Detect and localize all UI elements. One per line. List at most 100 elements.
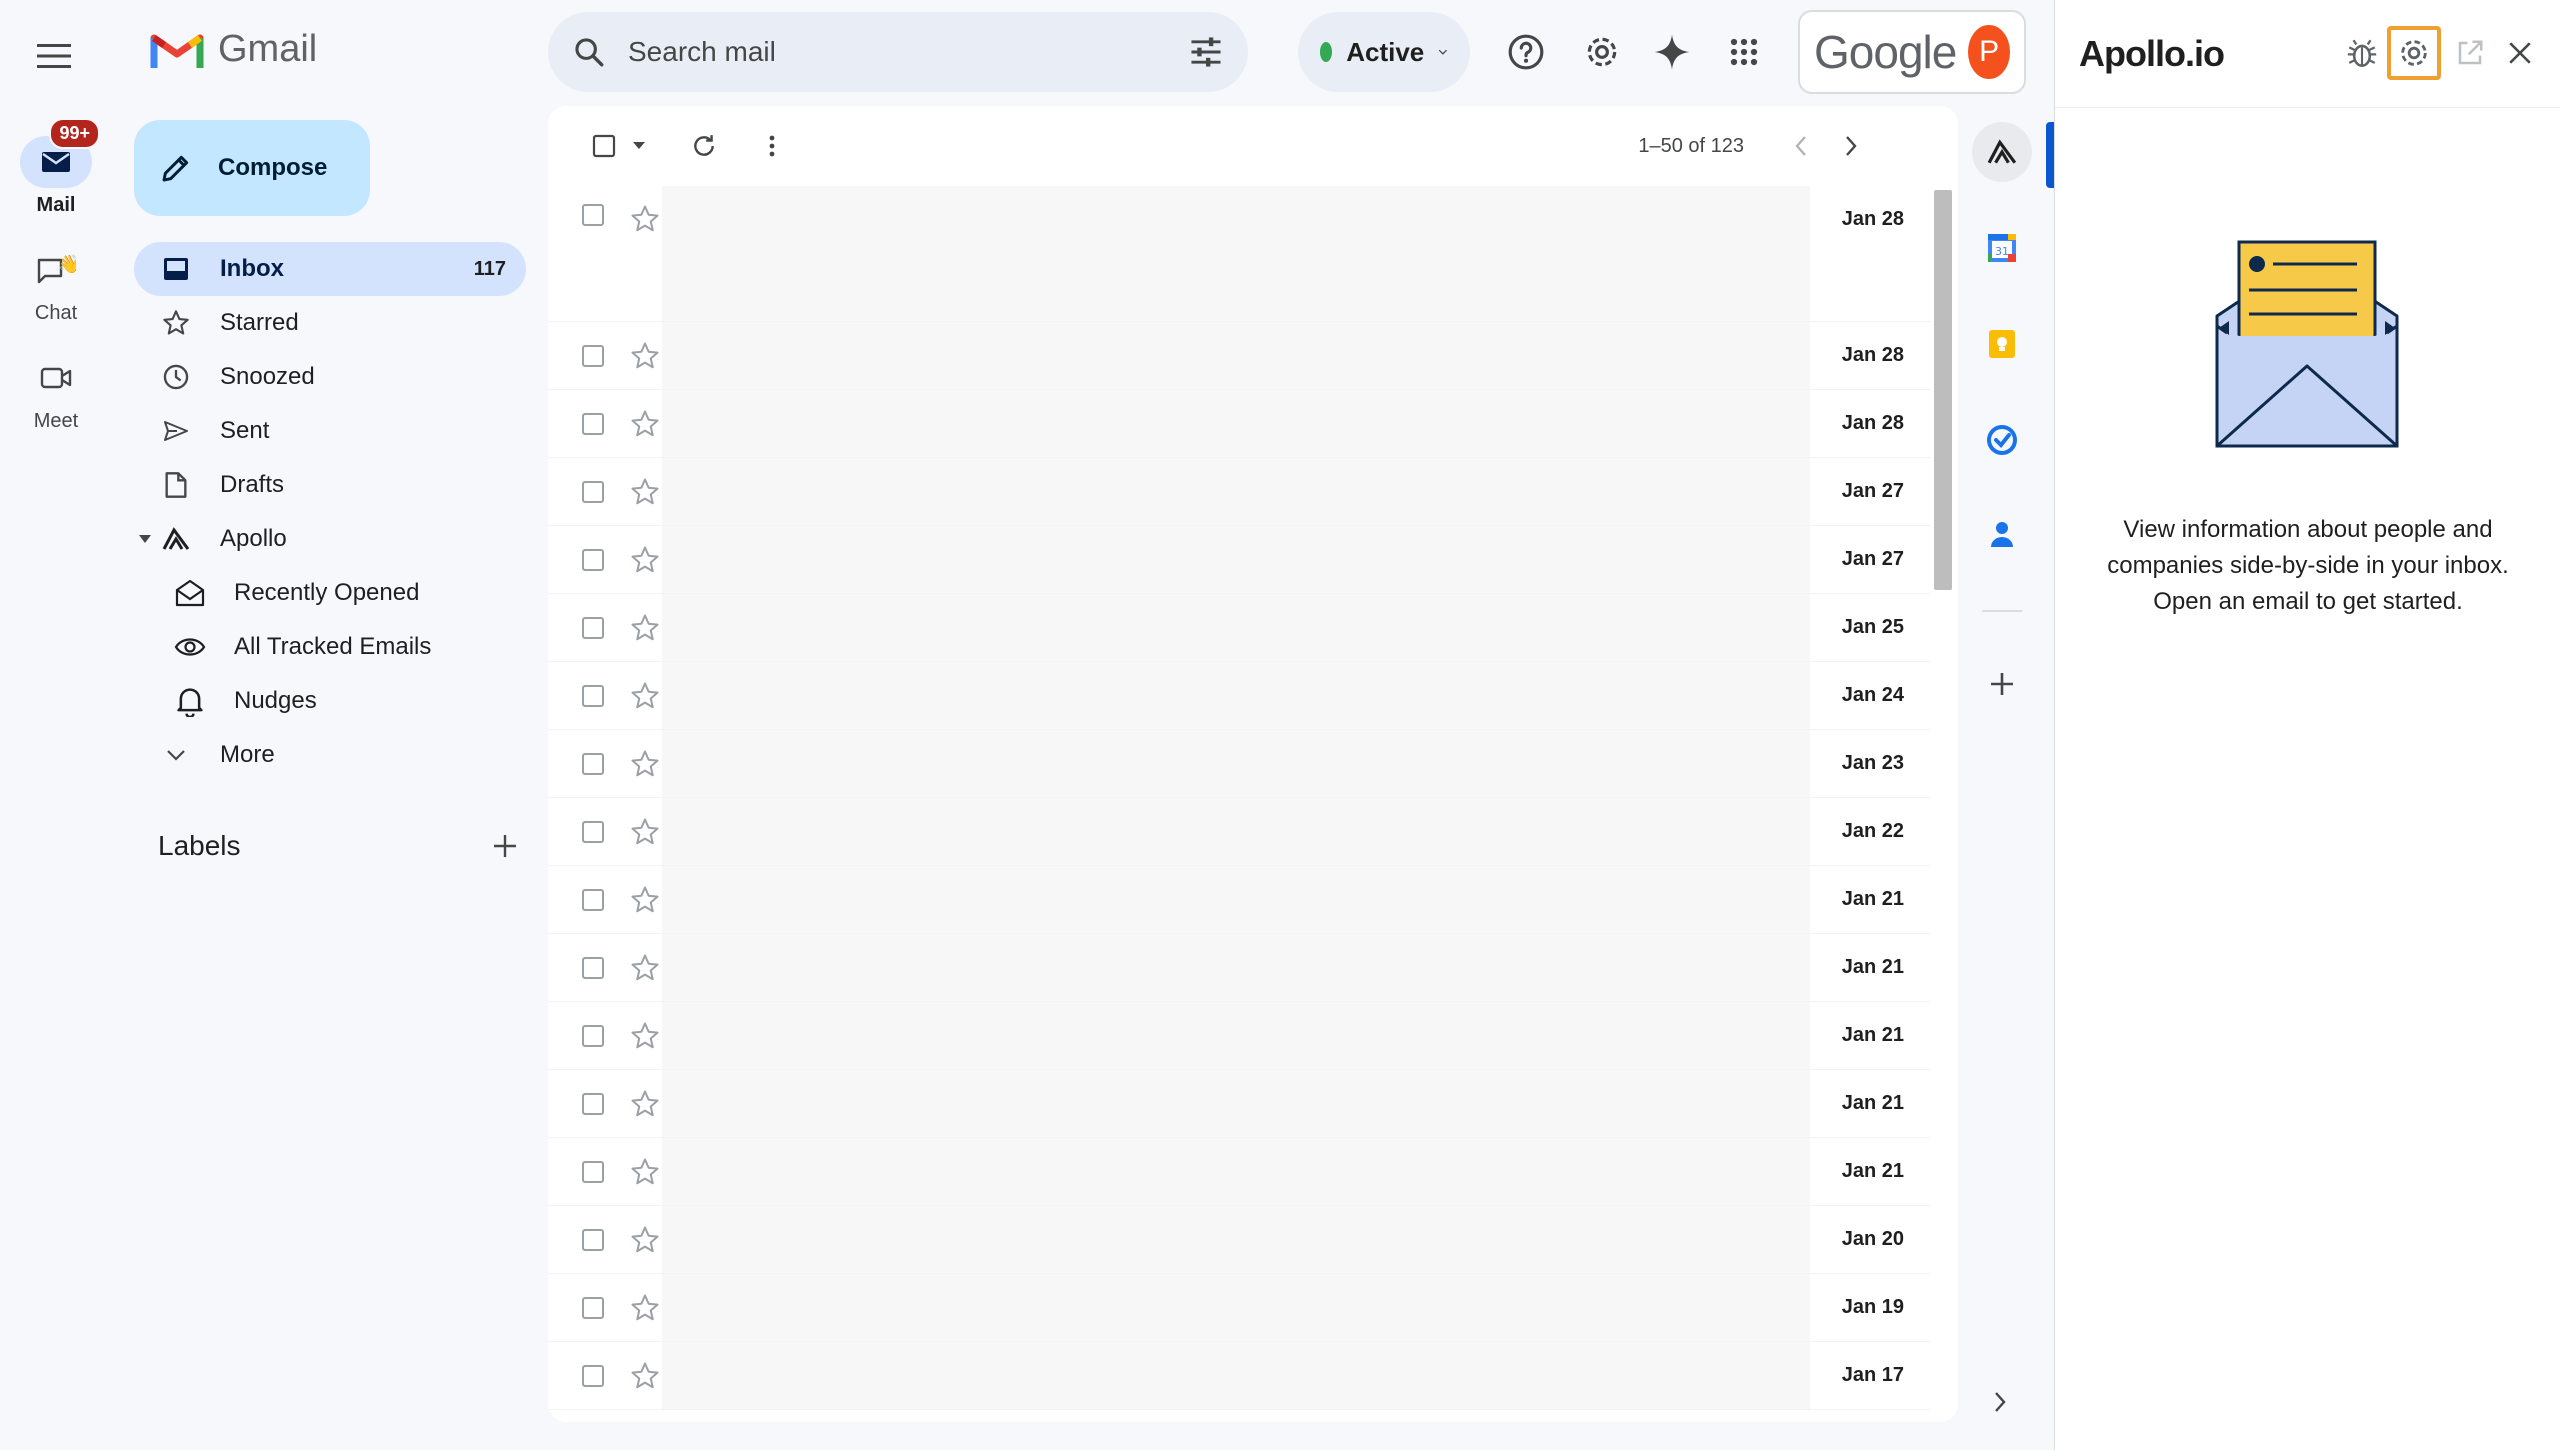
account-switcher[interactable]: Google P [1798,10,2026,94]
nav-item-inbox[interactable]: Inbox 117 [134,242,526,296]
row-checkbox[interactable] [582,752,604,775]
nav-item-apollo[interactable]: Apollo [134,512,526,566]
file-icon [160,469,192,501]
main-menu-button[interactable] [24,26,84,86]
email-date: Jan 27 [1841,548,1904,570]
status-selector[interactable]: Active [1298,12,1470,92]
nav-item-snoozed[interactable]: Snoozed [134,350,526,404]
refresh-button[interactable] [680,122,728,170]
get-addons-button[interactable] [1972,654,2032,714]
gmail-logo[interactable]: Gmail [150,28,317,71]
row-checkbox[interactable] [582,412,604,435]
row-checkbox[interactable] [582,204,604,226]
nav-item-starred[interactable]: Starred [134,296,526,350]
expand-side-panel-button[interactable] [1972,1374,2028,1430]
row-checkbox[interactable] [582,1024,604,1047]
star-icon[interactable] [630,409,660,439]
scrollbar[interactable] [1934,190,1952,590]
row-checkbox[interactable] [582,956,604,979]
compose-button[interactable]: Compose [134,120,370,216]
email-row[interactable]: Jan 21 [548,1002,1930,1070]
star-icon[interactable] [630,545,660,575]
addon-contacts[interactable] [1972,504,2032,564]
open-external-button[interactable] [2443,26,2497,80]
email-row[interactable]: Jan 27 [548,526,1930,594]
email-row[interactable]: Jan 21 [548,1138,1930,1206]
star-icon[interactable] [630,885,660,915]
star-icon[interactable] [630,1021,660,1051]
email-date: Jan 25 [1841,616,1904,638]
rail-item-meet[interactable]: Meet [0,352,112,433]
debug-button[interactable] [2335,26,2389,80]
email-row[interactable]: Jan 24 [548,662,1930,730]
star-icon[interactable] [630,953,660,983]
nav-item-drafts[interactable]: Drafts [134,458,526,512]
row-checkbox[interactable] [582,616,604,639]
star-icon[interactable] [630,613,660,643]
row-checkbox[interactable] [582,1296,604,1319]
addon-keep[interactable] [1972,314,2032,374]
star-icon[interactable] [630,1293,660,1323]
nav-item-sent[interactable]: Sent [134,404,526,458]
email-row[interactable]: Jan 27 [548,458,1930,526]
row-checkbox[interactable] [582,1364,604,1387]
plus-icon[interactable] [492,833,518,859]
apps-button[interactable] [1716,24,1772,80]
caret-down-icon[interactable] [138,534,152,544]
nav-item-recently-opened[interactable]: Recently Opened [134,566,526,620]
search-input[interactable]: Search mail [628,36,1188,68]
nav-item-nudges[interactable]: Nudges [134,674,526,728]
email-row[interactable]: Jan 19 [548,1274,1930,1342]
addon-calendar[interactable]: 31 [1972,218,2032,278]
chevron-left-icon[interactable] [1794,135,1808,157]
star-icon[interactable] [630,341,660,371]
email-row[interactable]: Jan 17 [548,1342,1930,1410]
star-icon[interactable] [630,817,660,847]
email-row[interactable]: Jan 25 [548,594,1930,662]
star-icon[interactable] [630,204,660,234]
rail-item-mail[interactable]: 99+ Mail [0,118,112,217]
star-icon[interactable] [630,1225,660,1255]
search-bar[interactable]: Search mail [548,12,1248,92]
select-all-checkbox[interactable] [580,122,628,170]
nav-item-more[interactable]: More [134,728,526,782]
settings-button[interactable] [1574,24,1630,80]
email-row[interactable]: Jan 22 [548,798,1930,866]
email-row[interactable]: Jan 23 [548,730,1930,798]
search-options-icon[interactable] [1188,36,1224,68]
row-checkbox[interactable] [582,820,604,843]
addon-apollo[interactable] [1972,122,2032,182]
email-row[interactable]: Jan 28 [548,322,1930,390]
star-icon[interactable] [630,477,660,507]
support-button[interactable] [1498,24,1554,80]
email-row[interactable]: Jan 20 [548,1206,1930,1274]
select-dropdown[interactable] [628,122,650,170]
row-checkbox[interactable] [582,548,604,571]
star-icon[interactable] [630,1089,660,1119]
email-row[interactable]: Jan 21 [548,866,1930,934]
star-icon[interactable] [630,681,660,711]
email-row[interactable]: Jan 28 [548,390,1930,458]
row-checkbox[interactable] [582,684,604,707]
star-icon[interactable] [630,749,660,779]
star-icon[interactable] [630,1157,660,1187]
row-checkbox[interactable] [582,1160,604,1183]
email-row[interactable]: Jan 28 [548,186,1930,322]
row-checkbox[interactable] [582,344,604,367]
rail-item-chat[interactable]: 👋 Chat [0,244,112,325]
row-checkbox[interactable] [582,480,604,503]
pagination: 1–50 of 123 [1638,106,1858,186]
star-icon[interactable] [630,1361,660,1391]
row-checkbox[interactable] [582,1228,604,1251]
apollo-settings-button[interactable] [2387,26,2441,80]
email-row[interactable]: Jan 21 [548,1070,1930,1138]
addon-tasks[interactable] [1972,410,2032,470]
close-panel-button[interactable] [2493,26,2547,80]
chevron-right-icon[interactable] [1844,135,1858,157]
row-checkbox[interactable] [582,1092,604,1115]
gemini-button[interactable] [1644,24,1700,80]
email-row[interactable]: Jan 21 [548,934,1930,1002]
row-checkbox[interactable] [582,888,604,911]
more-options-button[interactable] [748,122,796,170]
nav-item-all-tracked-emails[interactable]: All Tracked Emails [134,620,526,674]
